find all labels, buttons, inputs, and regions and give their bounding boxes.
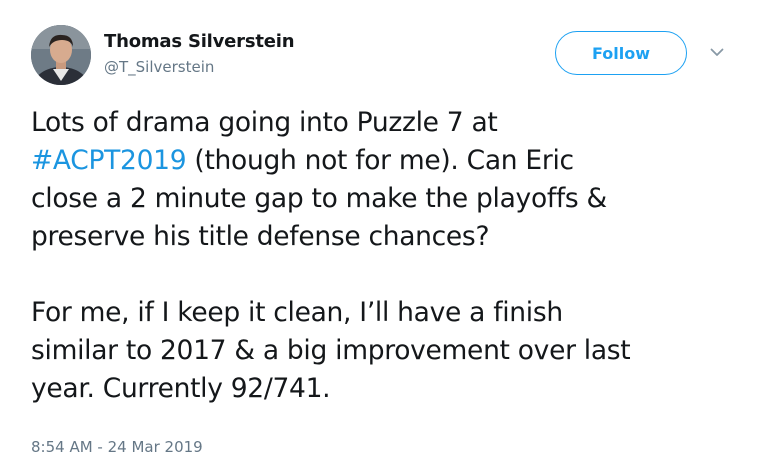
user-handle[interactable]: @T_Silverstein (104, 58, 214, 76)
tweet-line: preserve his title defense chances? (31, 221, 490, 252)
avatar[interactable] (31, 25, 91, 85)
tweet-line: close a 2 minute gap to make the playoff… (31, 183, 607, 214)
tweet-line: Lots of drama going into Puzzle 7 at (31, 107, 498, 138)
timestamp[interactable]: 8:54 AM - 24 Mar 2019 (31, 438, 203, 456)
hashtag-link[interactable]: #ACPT2019 (31, 145, 187, 176)
tweet-card: Thomas Silverstein @T_Silverstein Follow… (0, 0, 763, 472)
chevron-down-icon[interactable] (707, 42, 727, 62)
tweet-line: year. Currently 92/741. (31, 373, 331, 404)
tweet-text: Lots of drama going into Puzzle 7 at #AC… (31, 104, 751, 408)
profile-photo-icon (31, 25, 91, 85)
display-name[interactable]: Thomas Silverstein (104, 31, 295, 52)
tweet-line: For me, if I keep it clean, I’ll have a … (31, 297, 563, 328)
tweet-line: similar to 2017 & a big improvement over… (31, 335, 631, 366)
tweet-line: #ACPT2019 (though not for me). Can Eric (31, 142, 751, 180)
follow-button[interactable]: Follow (555, 31, 687, 75)
tweet-line-text: (though not for me). Can Eric (186, 145, 574, 176)
